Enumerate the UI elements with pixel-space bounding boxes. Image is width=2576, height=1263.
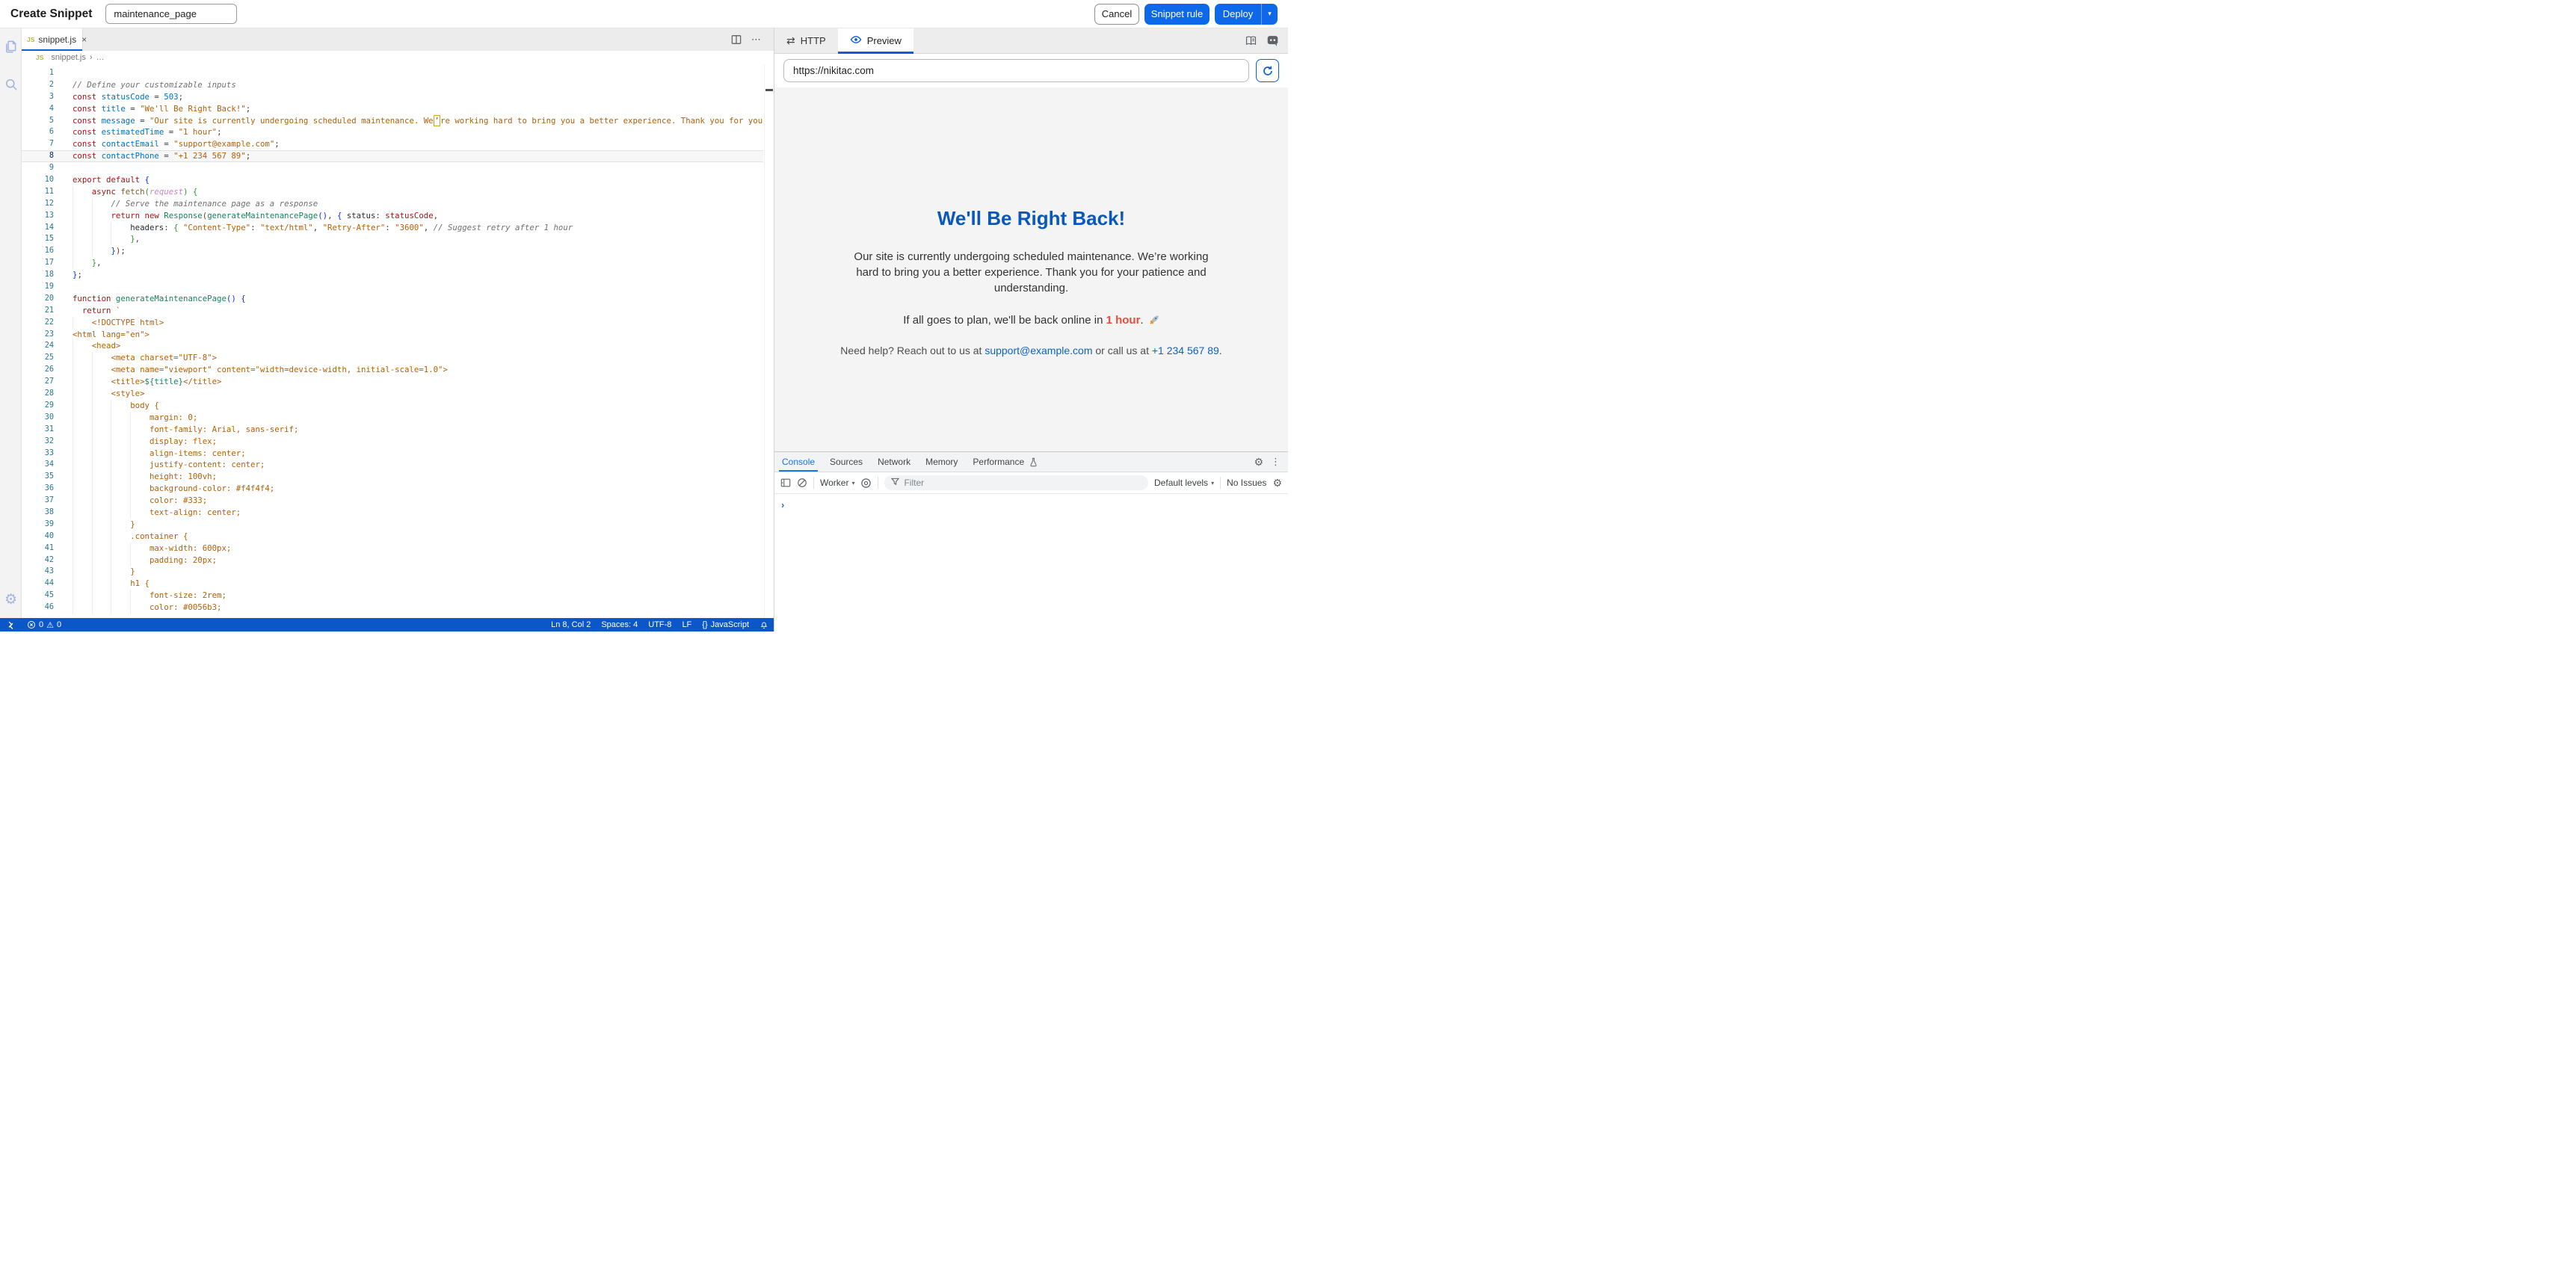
eol-setting[interactable]: LF [677, 618, 697, 632]
tab-preview[interactable]: Preview [838, 28, 913, 53]
eye-icon [850, 34, 862, 48]
breadcrumb-separator-icon: › [90, 53, 93, 62]
error-count: 0 [39, 620, 43, 629]
filter-funnel-icon [891, 476, 899, 490]
encoding-setting[interactable]: UTF-8 [643, 618, 677, 632]
cursor-position[interactable]: Ln 8, Col 2 [546, 618, 596, 632]
search-icon[interactable] [0, 72, 22, 97]
phone-link[interactable]: +1 234 567 89 [1152, 345, 1219, 356]
js-file-icon: JS [27, 36, 34, 43]
code-editor[interactable]: 12// Define your customizable inputs3con… [22, 64, 774, 618]
experiment-flask-icon [1029, 452, 1038, 472]
preview-url-input[interactable] [783, 59, 1249, 82]
language-mode[interactable]: {} JavaScript [697, 618, 754, 632]
console-sidebar-icon[interactable] [780, 478, 791, 488]
tab-snippet-js[interactable]: JS snippet.js × [22, 28, 83, 51]
log-levels-select[interactable]: Default levels ▾ [1154, 478, 1214, 488]
support-email-link[interactable]: support@example.com [985, 345, 1092, 356]
tab-network[interactable]: Network [870, 452, 918, 472]
eta-value: 1 hour [1106, 314, 1141, 327]
http-arrows-icon: ⇄ [786, 34, 795, 47]
rocket-icon [1149, 315, 1159, 328]
braces-icon: {} [702, 620, 707, 629]
snippet-name-input[interactable] [105, 4, 237, 24]
live-expression-eye-icon[interactable] [860, 478, 872, 489]
close-tab-icon[interactable]: × [81, 34, 87, 45]
js-file-icon: JS [36, 54, 43, 61]
activity-bar: ⚙ [0, 28, 22, 618]
page-title: Create Snippet [10, 7, 92, 21]
chevron-down-icon: ▾ [1211, 480, 1214, 487]
snippet-rule-button[interactable]: Snippet rule [1144, 4, 1210, 25]
maintenance-help: Need help? Reach out to us at support@ex… [840, 345, 1221, 356]
warning-icon: ⚠ [46, 620, 54, 630]
preview-tab-bar: ⇄ HTTP Preview [774, 28, 1288, 54]
devtools-settings-gear-icon[interactable]: ⚙ [1254, 456, 1263, 469]
devtools-panel: Console Sources Network Memory Performan… [774, 451, 1288, 632]
split-editor-icon[interactable] [731, 34, 742, 45]
deploy-dropdown-button[interactable]: ▾ [1261, 4, 1278, 25]
docs-book-icon[interactable] [1245, 34, 1257, 47]
clear-console-icon[interactable] [797, 478, 807, 488]
editor-pane: ⚙ JS snippet.js × ⋯ JS snippet.js › … [0, 28, 774, 632]
tab-console[interactable]: Console [774, 452, 822, 472]
refresh-button[interactable] [1256, 59, 1279, 82]
preview-url-row [774, 54, 1288, 87]
tab-performance[interactable]: Performance [965, 452, 1032, 472]
filter-input[interactable] [904, 478, 1141, 488]
notifications-bell-icon[interactable] [754, 618, 774, 632]
editor-scrollbar[interactable] [764, 64, 774, 618]
settings-gear-icon[interactable]: ⚙ [0, 587, 22, 612]
rendered-maintenance-page: We'll Be Right Back! Our site is current… [774, 87, 1288, 451]
chevron-down-icon: ▾ [851, 480, 854, 487]
tab-http[interactable]: ⇄ HTTP [774, 28, 838, 53]
more-actions-icon[interactable]: ⋯ [751, 34, 762, 46]
files-icon[interactable] [0, 33, 22, 58]
tab-memory[interactable]: Memory [918, 452, 965, 472]
discord-icon[interactable] [1266, 34, 1279, 47]
maintenance-message: Our site is currently undergoing schedul… [853, 249, 1210, 296]
warning-count: 0 [57, 620, 61, 629]
preview-pane: ⇄ HTTP Preview [774, 28, 1288, 632]
console-settings-gear-icon[interactable]: ⚙ [1272, 477, 1282, 490]
cursor-overview-marker [765, 89, 773, 91]
editor-tab-bar: JS snippet.js × ⋯ [22, 28, 774, 51]
maintenance-eta: If all goes to plan, we'll be back onlin… [903, 314, 1159, 328]
issues-counter[interactable]: No Issues [1227, 478, 1266, 488]
tab-sources[interactable]: Sources [822, 452, 870, 472]
console-prompt-chevron[interactable]: › [781, 499, 784, 510]
console-toolbar: Worker ▾ Default levels ▾ [774, 472, 1288, 494]
devtools-tab-bar: Console Sources Network Memory Performan… [774, 452, 1288, 472]
cancel-button[interactable]: Cancel [1094, 4, 1139, 25]
console-output[interactable]: › [774, 494, 1288, 632]
problems-indicator[interactable]: 0 ⚠ 0 [22, 618, 67, 632]
breadcrumb[interactable]: JS snippet.js › … [22, 51, 774, 64]
console-filter[interactable] [884, 475, 1148, 490]
code-lines: 12// Define your customizable inputs3con… [22, 67, 763, 614]
devtools-menu-kebab-icon[interactable]: ⋮ [1271, 456, 1281, 468]
create-snippet-window: Create Snippet Cancel Snippet rule Deplo… [0, 0, 1288, 632]
execution-context-select[interactable]: Worker ▾ [820, 478, 854, 488]
deploy-button[interactable]: Deploy [1215, 4, 1261, 25]
top-header: Create Snippet Cancel Snippet rule Deplo… [0, 0, 1288, 28]
maintenance-title: We'll Be Right Back! [937, 207, 1125, 230]
indentation-setting[interactable]: Spaces: 4 [596, 618, 643, 632]
remote-indicator-icon[interactable] [0, 618, 22, 632]
status-bar: 0 ⚠ 0 Ln 8, Col 2 Spaces: 4 UTF-8 LF {} … [0, 618, 774, 632]
